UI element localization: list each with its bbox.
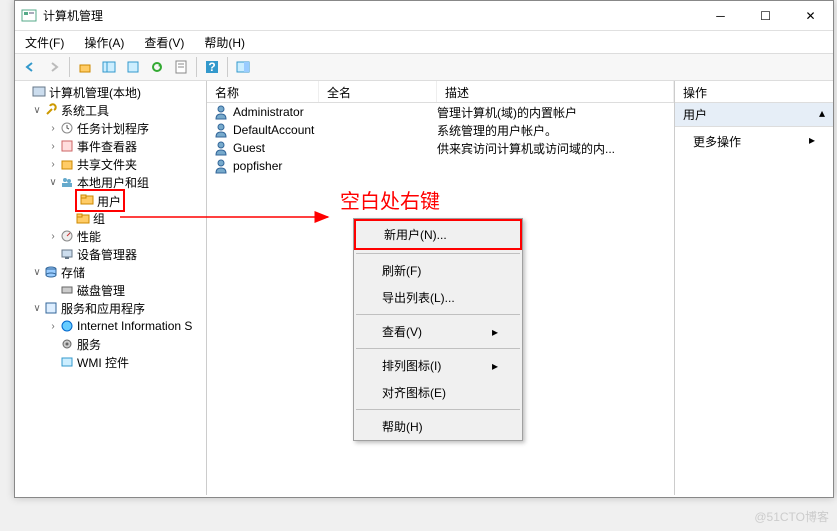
table-row[interactable]: Guest供来宾访问计算机或访问域的内... [207, 139, 674, 157]
iis-icon [59, 318, 75, 334]
watermark: @51CTO博客 [754, 508, 829, 525]
maximize-button[interactable]: ☐ [743, 1, 788, 30]
tree-devmgr[interactable]: 设备管理器 [15, 245, 206, 263]
computer-icon [31, 84, 47, 100]
app-icon [21, 8, 37, 24]
col-fullname[interactable]: 全名 [319, 81, 437, 102]
ctx-view[interactable]: 查看(V)▸ [354, 318, 522, 345]
table-row[interactable]: Administrator管理计算机(域)的内置帐户 [207, 103, 674, 121]
user-icon [213, 104, 229, 120]
ctx-refresh[interactable]: 刷新(F) [354, 257, 522, 284]
toolbar: ? [15, 53, 833, 81]
disk-icon [59, 282, 75, 298]
device-icon [59, 246, 75, 262]
event-icon [59, 138, 75, 154]
tree-shared[interactable]: ›共享文件夹 [15, 155, 206, 173]
action-header: 操作 [675, 81, 833, 103]
menu-action[interactable]: 操作(A) [78, 32, 130, 53]
action-pane: 操作 用户▴ 更多操作▸ [675, 81, 833, 495]
menu-file[interactable]: 文件(F) [19, 32, 70, 53]
user-icon [213, 122, 229, 138]
clock-icon [59, 120, 75, 136]
col-desc[interactable]: 描述 [437, 81, 674, 102]
chevron-right-icon: ▸ [492, 359, 498, 373]
close-button[interactable]: ✕ [788, 1, 833, 30]
tree-diskmgr[interactable]: 磁盘管理 [15, 281, 206, 299]
list-rows: Administrator管理计算机(域)的内置帐户DefaultAccount… [207, 103, 674, 175]
ctx-new-user[interactable]: 新用户(N)... [354, 219, 522, 250]
action-category[interactable]: 用户▴ [675, 103, 833, 127]
tools-icon [43, 102, 59, 118]
ctx-align[interactable]: 对齐图标(E) [354, 379, 522, 406]
window-title: 计算机管理 [43, 7, 698, 24]
tree-wmi[interactable]: WMI 控件 [15, 353, 206, 371]
user-icon [213, 158, 229, 174]
properties-button[interactable] [170, 56, 192, 78]
tree-services-apps[interactable]: ∨服务和应用程序 [15, 299, 206, 317]
tree-tasksched[interactable]: ›任务计划程序 [15, 119, 206, 137]
menu-view[interactable]: 查看(V) [138, 32, 190, 53]
titlebar: 计算机管理 ─ ☐ ✕ [15, 1, 833, 31]
table-row[interactable]: popfisher [207, 157, 674, 175]
action-more[interactable]: 更多操作▸ [675, 127, 833, 156]
storage-icon [43, 264, 59, 280]
tree-pane: 计算机管理(本地) ∨系统工具 ›任务计划程序 ›事件查看器 ›共享文件夹 ∨本… [15, 81, 207, 495]
col-name[interactable]: 名称 [207, 81, 319, 102]
forward-button[interactable] [43, 56, 65, 78]
tree-svcs[interactable]: 服务 [15, 335, 206, 353]
up-button[interactable] [74, 56, 96, 78]
tree-storage[interactable]: ∨存储 [15, 263, 206, 281]
folder-icon [75, 210, 91, 226]
gear-icon [59, 336, 75, 352]
wmi-icon [59, 354, 75, 370]
list-header: 名称 全名 描述 [207, 81, 674, 103]
svg-text:?: ? [208, 60, 215, 74]
annotation-arrow [120, 207, 340, 227]
menubar: 文件(F) 操作(A) 查看(V) 帮助(H) [15, 31, 833, 53]
tree-root[interactable]: 计算机管理(本地) [15, 83, 206, 101]
tree-perf[interactable]: ›性能 [15, 227, 206, 245]
refresh-button[interactable] [146, 56, 168, 78]
ctx-help[interactable]: 帮助(H) [354, 413, 522, 440]
export-button[interactable] [122, 56, 144, 78]
users-group-icon [59, 174, 75, 190]
folder-shared-icon [59, 156, 75, 172]
show-hide-button[interactable] [98, 56, 120, 78]
services-icon [43, 300, 59, 316]
perf-icon [59, 228, 75, 244]
folder-icon [79, 191, 95, 207]
table-row[interactable]: DefaultAccount系统管理的用户帐户。 [207, 121, 674, 139]
tree-systools[interactable]: ∨系统工具 [15, 101, 206, 119]
action-pane-button[interactable] [232, 56, 254, 78]
context-menu: 新用户(N)... 刷新(F) 导出列表(L)... 查看(V)▸ 排列图标(I… [353, 218, 523, 441]
user-icon [213, 140, 229, 156]
tree-iis[interactable]: ›Internet Information S [15, 317, 206, 335]
collapse-icon: ▴ [819, 106, 825, 123]
ctx-export[interactable]: 导出列表(L)... [354, 284, 522, 311]
help-button[interactable]: ? [201, 56, 223, 78]
menu-help[interactable]: 帮助(H) [198, 32, 251, 53]
back-button[interactable] [19, 56, 41, 78]
ctx-arrange[interactable]: 排列图标(I)▸ [354, 352, 522, 379]
minimize-button[interactable]: ─ [698, 1, 743, 30]
annotation-text: 空白处右键 [340, 185, 440, 214]
tree-eventvwr[interactable]: ›事件查看器 [15, 137, 206, 155]
tree[interactable]: 计算机管理(本地) ∨系统工具 ›任务计划程序 ›事件查看器 ›共享文件夹 ∨本… [15, 81, 206, 373]
chevron-right-icon: ▸ [492, 325, 498, 339]
